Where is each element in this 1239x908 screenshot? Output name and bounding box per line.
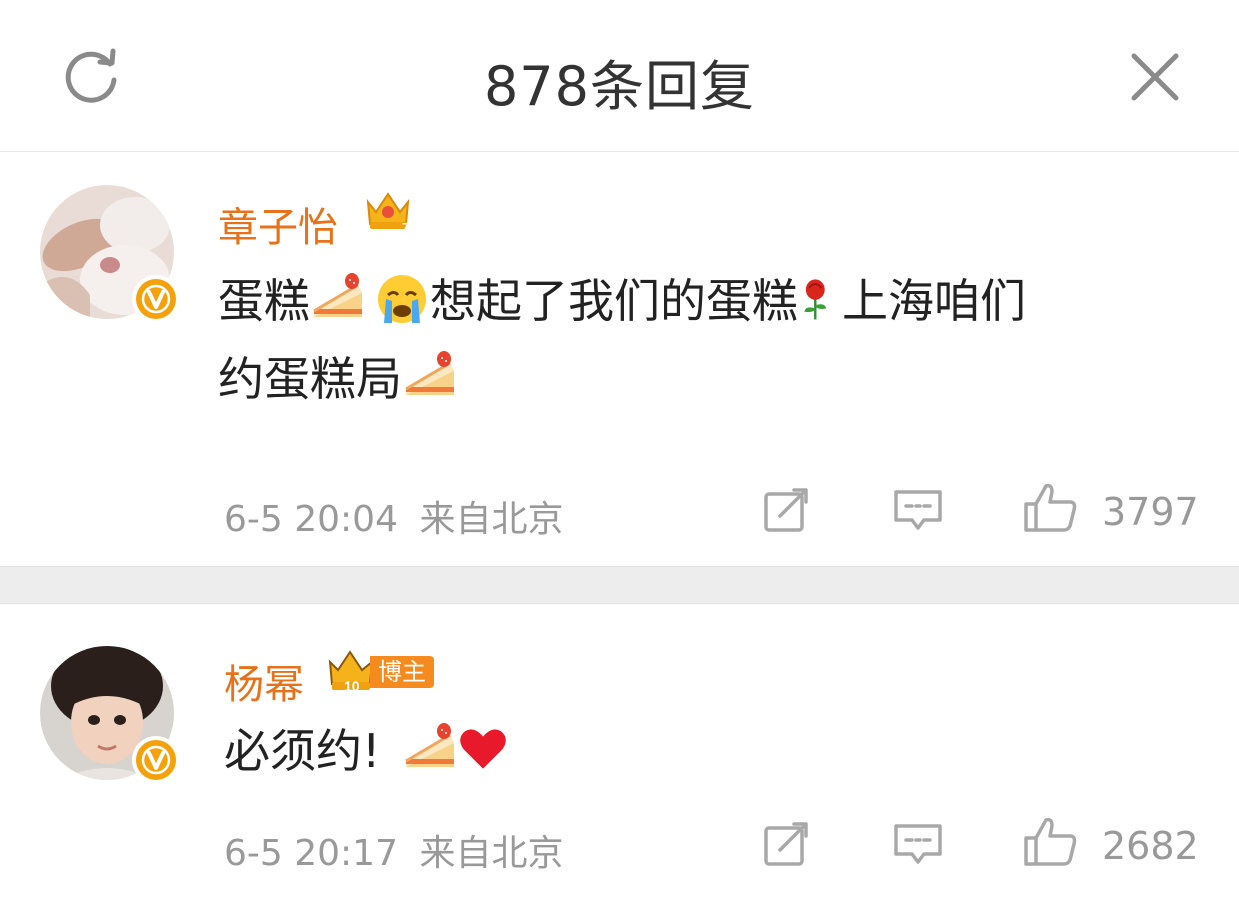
cake-emoji-icon xyxy=(405,723,455,767)
avatar[interactable] xyxy=(40,185,180,323)
like-count: 2682 xyxy=(1102,824,1199,868)
like-thumb-icon[interactable] xyxy=(1022,814,1078,868)
verified-v-badge xyxy=(132,275,180,323)
comment-author[interactable]: 章子怡 xyxy=(218,195,338,253)
cake-emoji-icon xyxy=(405,351,454,395)
avatar[interactable] xyxy=(40,646,180,784)
comment-time: 6-5 20:04 xyxy=(224,499,398,540)
comment-item: 杨幂 10 博主 必须约! 6-5 20:17 来自北京 2682 xyxy=(0,604,1239,908)
svg-text:10: 10 xyxy=(344,678,360,694)
comment-text: 必须约! xyxy=(224,712,1184,790)
like-thumb-icon[interactable] xyxy=(1022,480,1078,534)
heart-emoji-icon xyxy=(460,729,507,769)
comment-meta: 6-5 20:04 来自北京 xyxy=(224,490,563,542)
comment-text-segment: 约蛋糕局 xyxy=(218,352,402,406)
share-icon[interactable] xyxy=(762,820,812,870)
blogger-tag: 博主 xyxy=(370,656,434,688)
comment-time: 6-5 20:17 xyxy=(224,833,398,874)
svg-text:7: 7 xyxy=(402,220,409,234)
comment-text: 蛋糕 想起了我们的蛋糕 上海咱们 约蛋糕局 xyxy=(218,262,1178,418)
comment-text-segment: 必须约! xyxy=(224,724,381,778)
rose-emoji-icon xyxy=(804,279,827,320)
crying-face-emoji-icon xyxy=(378,275,426,323)
comment-location: 来自北京 xyxy=(419,499,564,540)
comment-text-segment: 上海咱们 xyxy=(842,274,1026,328)
cake-emoji-icon xyxy=(313,273,362,317)
crown-badge-icon: 7 xyxy=(366,192,410,234)
reply-sheet: 878条回复 章子怡 7 蛋糕 想起了我们的蛋糕 上海咱们 约蛋糕局 6-5 2… xyxy=(0,0,1239,908)
comment-location: 来自北京 xyxy=(419,833,564,874)
comment-icon[interactable] xyxy=(892,820,944,870)
crown-badge-icon: 10 xyxy=(328,650,374,694)
share-icon[interactable] xyxy=(762,486,812,536)
comment-item: 章子怡 7 蛋糕 想起了我们的蛋糕 上海咱们 约蛋糕局 6-5 20:04 来自北京 xyxy=(0,0,1239,566)
blogger-badge: 10 博主 xyxy=(326,648,438,694)
comment-text-segment: 想起了我们的蛋糕 xyxy=(430,274,798,328)
comment-meta: 6-5 20:17 来自北京 xyxy=(224,824,563,876)
comment-divider xyxy=(0,566,1239,604)
verified-v-badge xyxy=(132,736,180,784)
comment-icon[interactable] xyxy=(892,486,944,536)
like-count: 3797 xyxy=(1102,490,1199,534)
comment-text-segment: 蛋糕 xyxy=(218,274,310,328)
comment-author[interactable]: 杨幂 xyxy=(224,652,304,710)
